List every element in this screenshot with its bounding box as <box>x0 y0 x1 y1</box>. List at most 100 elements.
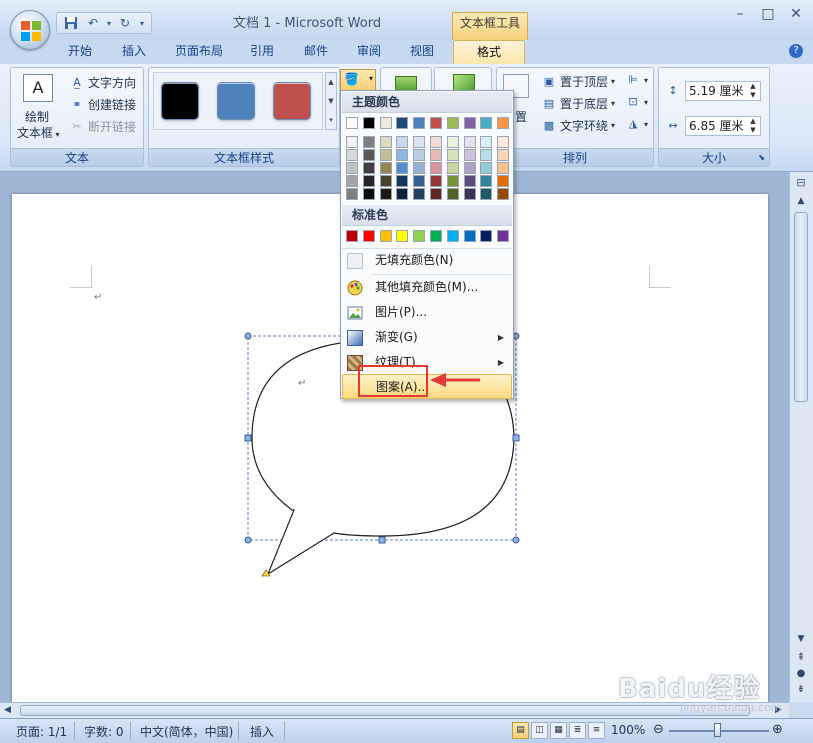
theme-color-shade-swatch[interactable] <box>413 149 426 161</box>
tab-page-layout[interactable]: 页面布局 <box>164 40 234 64</box>
full-screen-reading-icon[interactable]: ◫ <box>531 722 548 739</box>
theme-color-shade-swatch[interactable] <box>446 149 459 161</box>
theme-color-swatch[interactable] <box>430 117 442 129</box>
theme-color-shade-swatch[interactable] <box>480 136 493 148</box>
theme-color-swatch[interactable] <box>480 117 493 129</box>
theme-color-shade-swatch[interactable] <box>362 175 375 187</box>
undo-icon[interactable]: ↶ <box>83 14 103 32</box>
height-input[interactable]: 5.19 厘米 ▲ ▼ <box>685 81 761 101</box>
more-fill-colors-item[interactable]: 其他填充颜色(M)... <box>342 275 512 300</box>
theme-color-shade-swatch[interactable] <box>463 149 476 161</box>
web-layout-icon[interactable]: ▦ <box>550 722 567 739</box>
theme-color-shade-swatch[interactable] <box>463 136 476 148</box>
theme-color-shade-swatch[interactable] <box>430 162 442 174</box>
picture-fill-item[interactable]: 图片(P)... <box>342 300 512 325</box>
text-wrap-button[interactable]: ▩ 文字环绕 ▾ <box>541 117 615 134</box>
rotate-button[interactable]: ◮ ▾ <box>625 117 648 131</box>
theme-color-shade-swatch[interactable] <box>379 149 392 161</box>
zoom-slider-thumb[interactable] <box>714 723 721 737</box>
redo-icon[interactable]: ↻ <box>115 14 135 32</box>
theme-color-shade-swatch[interactable] <box>379 162 392 174</box>
theme-color-shade-swatch[interactable] <box>430 136 442 148</box>
size-dialog-launcher-icon[interactable]: ⬊ <box>758 149 765 167</box>
office-button[interactable] <box>10 10 50 50</box>
theme-color-shade-swatch[interactable] <box>497 136 510 148</box>
theme-color-shade-swatch[interactable] <box>346 162 358 174</box>
page-count[interactable]: 页面: 1/1 <box>16 723 67 740</box>
standard-color-swatch[interactable] <box>396 230 409 242</box>
outline-view-icon[interactable]: ≣ <box>569 722 586 739</box>
standard-color-swatch[interactable] <box>362 230 375 242</box>
theme-color-shade-swatch[interactable] <box>379 188 392 200</box>
align-button[interactable]: ⊫ ▾ <box>625 73 648 87</box>
theme-color-shade-swatch[interactable] <box>346 188 358 200</box>
theme-color-swatch[interactable] <box>446 117 459 129</box>
previous-page-icon[interactable]: ⇞ <box>793 652 809 666</box>
help-icon[interactable]: ? <box>789 44 803 58</box>
theme-color-shade-swatch[interactable] <box>480 149 493 161</box>
theme-color-shade-swatch[interactable] <box>362 162 375 174</box>
theme-color-shade-swatch[interactable] <box>497 162 510 174</box>
scroll-down-icon[interactable]: ▼ <box>793 634 809 648</box>
theme-color-shade-swatch[interactable] <box>396 149 409 161</box>
create-link-button[interactable]: ⚭ 创建链接 <box>69 96 136 113</box>
theme-color-swatch[interactable] <box>497 117 510 129</box>
theme-color-shade-swatch[interactable] <box>480 162 493 174</box>
theme-color-shade-swatch[interactable] <box>346 149 358 161</box>
theme-color-shade-swatch[interactable] <box>362 188 375 200</box>
tab-mailings[interactable]: 邮件 <box>294 40 338 64</box>
theme-color-shade-swatch[interactable] <box>379 136 392 148</box>
draw-textbox-label[interactable]: 绘制 <box>25 108 49 125</box>
undo-dropdown-icon[interactable]: ▾ <box>105 14 113 32</box>
theme-color-shade-swatch[interactable] <box>430 149 442 161</box>
close-icon[interactable]: ✕ <box>785 6 807 24</box>
theme-color-shade-swatch[interactable] <box>430 175 442 187</box>
theme-color-swatch[interactable] <box>362 117 375 129</box>
standard-color-swatch[interactable] <box>463 230 476 242</box>
group-objects-button[interactable]: ⊡ ▾ <box>625 95 648 109</box>
theme-color-shade-swatch[interactable] <box>497 188 510 200</box>
no-fill-item[interactable]: 无填充颜色(N) <box>342 248 512 273</box>
style-swatch-blue[interactable] <box>217 82 255 120</box>
theme-color-shade-swatch[interactable] <box>480 188 493 200</box>
theme-color-shade-swatch[interactable] <box>463 162 476 174</box>
style-swatch-red[interactable] <box>273 82 311 120</box>
standard-color-swatch[interactable] <box>446 230 459 242</box>
style-swatch-black[interactable] <box>161 82 199 120</box>
theme-color-shade-swatch[interactable] <box>497 175 510 187</box>
maximize-icon[interactable]: □ <box>757 6 779 24</box>
theme-color-swatch[interactable] <box>379 117 392 129</box>
tab-home[interactable]: 开始 <box>58 40 102 64</box>
language-indicator[interactable]: 中文(简体，中国) <box>140 723 233 740</box>
vertical-scroll-thumb[interactable] <box>794 212 808 402</box>
theme-color-shade-swatch[interactable] <box>446 136 459 148</box>
position-label[interactable]: 置 <box>515 108 527 125</box>
theme-color-swatch[interactable] <box>346 117 358 129</box>
theme-color-shade-swatch[interactable] <box>413 188 426 200</box>
theme-color-shade-swatch[interactable] <box>413 162 426 174</box>
standard-color-swatch[interactable] <box>480 230 493 242</box>
break-link-button[interactable]: ✂ 断开链接 <box>69 118 136 135</box>
theme-color-shade-swatch[interactable] <box>497 149 510 161</box>
print-layout-view-icon[interactable]: ▤ <box>512 722 529 739</box>
standard-color-swatch[interactable] <box>430 230 442 242</box>
theme-color-shade-swatch[interactable] <box>396 136 409 148</box>
tab-insert[interactable]: 插入 <box>112 40 156 64</box>
standard-color-swatch[interactable] <box>497 230 510 242</box>
gallery-scroll[interactable]: ▲ ▼ ▾ <box>325 72 337 130</box>
draw-textbox-label-line2[interactable]: 文本框 ▾ <box>17 124 60 141</box>
gradient-fill-item[interactable]: 渐变(G) ▶ <box>342 325 512 350</box>
minimize-icon[interactable]: – <box>729 6 751 24</box>
scroll-up-icon[interactable]: ▲ <box>793 196 809 210</box>
vertical-scrollbar[interactable]: ⊟ ▲ ▼ ⇞ ● ⇟ <box>789 172 813 702</box>
theme-color-shade-swatch[interactable] <box>463 175 476 187</box>
customize-qat-icon[interactable]: ▾ <box>137 14 147 32</box>
theme-color-swatch[interactable] <box>396 117 409 129</box>
theme-color-shade-swatch[interactable] <box>446 162 459 174</box>
ruler-toggle-icon[interactable]: ⊟ <box>793 176 809 192</box>
insert-mode-indicator[interactable]: 插入 <box>250 723 274 740</box>
theme-color-shade-swatch[interactable] <box>413 136 426 148</box>
standard-color-swatch[interactable] <box>413 230 426 242</box>
theme-color-shade-swatch[interactable] <box>430 188 442 200</box>
zoom-out-icon[interactable]: ⊖ <box>653 722 664 737</box>
